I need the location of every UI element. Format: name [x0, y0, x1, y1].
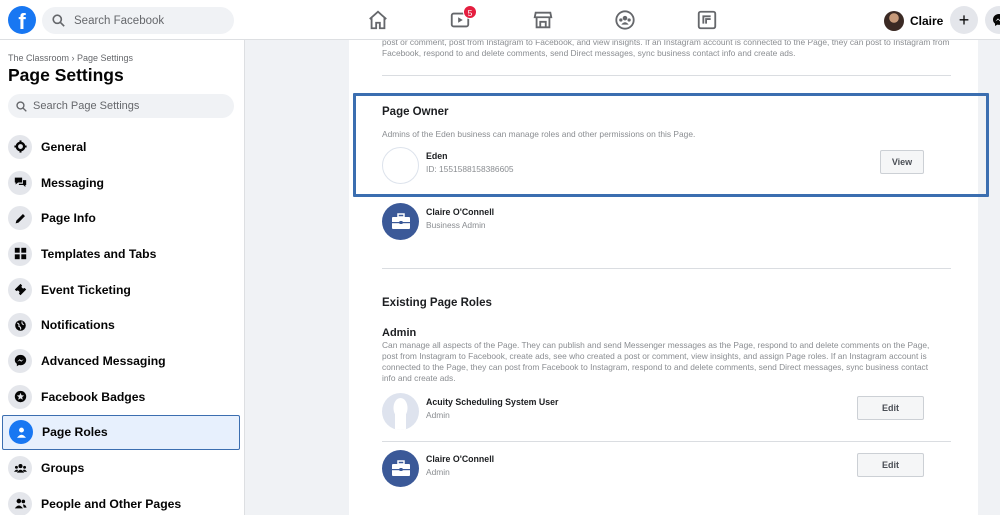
facebook-search-input[interactable]: Search Facebook — [42, 7, 234, 34]
role-user-role: Admin — [426, 467, 450, 477]
user-avatar — [382, 393, 419, 430]
sidebar-item-label: Groups — [41, 461, 85, 476]
admin-role-description: Can manage all aspects of the Page. They… — [382, 340, 930, 383]
messenger-icon — [993, 14, 1000, 26]
home-icon[interactable] — [367, 9, 389, 31]
search-icon — [52, 14, 65, 27]
sidebar-item-templates-and-tabs[interactable]: Templates and Tabs — [2, 236, 240, 272]
edit-button[interactable]: Edit — [857, 396, 924, 420]
business-admin-role: Business Admin — [426, 220, 486, 230]
pencil-icon — [8, 206, 32, 231]
ticket-icon — [8, 277, 32, 302]
sidebar-item-messaging[interactable]: Messaging — [2, 165, 240, 201]
create-button[interactable]: + — [950, 6, 978, 34]
sidebar-item-label: Page Roles — [42, 425, 108, 440]
breadcrumb[interactable]: The Classroom › Page Settings — [8, 53, 133, 63]
sidebar-item-label: Notifications — [41, 318, 115, 333]
sidebar-item-label: General — [41, 139, 87, 154]
grid-icon — [8, 241, 32, 266]
sidebar-item-advanced-messaging[interactable]: Advanced Messaging — [2, 343, 240, 379]
sidebar-item-groups[interactable]: Groups — [2, 450, 240, 486]
groups-icon — [8, 456, 32, 481]
briefcase-icon — [391, 459, 410, 476]
messenger-icon — [8, 348, 32, 373]
chat-icon — [8, 170, 32, 195]
marketplace-icon[interactable] — [532, 9, 554, 31]
notification-badge: 5 — [463, 5, 477, 19]
divider — [382, 441, 951, 442]
role-row: Claire O'Connell Admin Edit — [382, 450, 951, 490]
previous-role-description: post or comment, post from Instagram to … — [382, 40, 950, 58]
profile-button[interactable]: Claire — [882, 7, 949, 34]
profile-name: Claire — [910, 13, 944, 28]
sidebar-item-label: Advanced Messaging — [41, 353, 166, 368]
sidebar-item-people-and-other-pages[interactable]: People and Other Pages — [2, 486, 240, 515]
plus-icon: + — [958, 9, 970, 30]
search-icon — [16, 100, 27, 112]
role-user-role: Admin — [426, 410, 450, 420]
settings-search-placeholder: Search Page Settings — [33, 100, 140, 112]
settings-search-input[interactable]: Search Page Settings — [8, 94, 234, 118]
people-icon — [8, 491, 32, 515]
business-avatar — [382, 203, 419, 240]
role-user-name: Claire O'Connell — [426, 454, 495, 464]
globe-icon — [8, 313, 32, 338]
default-user-icon — [393, 398, 408, 430]
page-title: Page Settings — [8, 65, 124, 85]
person-icon — [9, 420, 33, 445]
sidebar-item-page-roles[interactable]: Page Roles — [2, 414, 240, 451]
messenger-button[interactable] — [985, 6, 1000, 34]
page-owner-highlight — [353, 93, 989, 197]
sidebar-item-page-info[interactable]: Page Info — [2, 200, 240, 236]
role-user-name: Acuity Scheduling System User — [426, 397, 559, 407]
sidebar-item-general[interactable]: General — [2, 129, 240, 165]
existing-page-roles-title: Existing Page Roles — [382, 297, 492, 309]
role-row: Acuity Scheduling System User Admin Edit — [382, 393, 951, 433]
facebook-logo[interactable]: f — [8, 6, 36, 34]
sidebar-item-label: People and Other Pages — [41, 496, 182, 511]
top-bar: f Search Facebook 5 Claire + — [0, 0, 1000, 40]
sidebar-item-event-ticketing[interactable]: Event Ticketing — [2, 272, 240, 308]
sidebar-item-facebook-badges[interactable]: Facebook Badges — [2, 379, 240, 415]
sidebar-item-label: Event Ticketing — [41, 282, 131, 297]
briefcase-icon — [391, 212, 410, 229]
sidebar-item-label: Page Info — [41, 211, 96, 226]
sidebar-item-label: Templates and Tabs — [41, 246, 157, 261]
settings-menu: General Messaging Page Info Templates an… — [2, 129, 240, 515]
edit-button[interactable]: Edit — [857, 453, 924, 477]
avatar — [884, 10, 904, 31]
gaming-icon[interactable] — [696, 9, 718, 31]
business-admin-name: Claire O'Connell — [426, 207, 495, 217]
sidebar-item-label: Facebook Badges — [41, 389, 146, 404]
groups-icon[interactable] — [614, 9, 636, 31]
sidebar-item-notifications[interactable]: Notifications — [2, 307, 240, 343]
business-admin-row: Claire O'Connell Business Admin — [382, 203, 951, 243]
divider — [382, 268, 951, 269]
search-placeholder: Search Facebook — [74, 14, 165, 27]
admin-role-title: Admin — [382, 327, 417, 339]
settings-sidebar: The Classroom › Page Settings Page Setti… — [0, 40, 245, 515]
gear-icon — [8, 134, 32, 159]
sidebar-item-label: Messaging — [41, 175, 104, 190]
badge-icon — [8, 384, 32, 409]
business-avatar — [382, 450, 419, 487]
divider — [382, 75, 951, 76]
